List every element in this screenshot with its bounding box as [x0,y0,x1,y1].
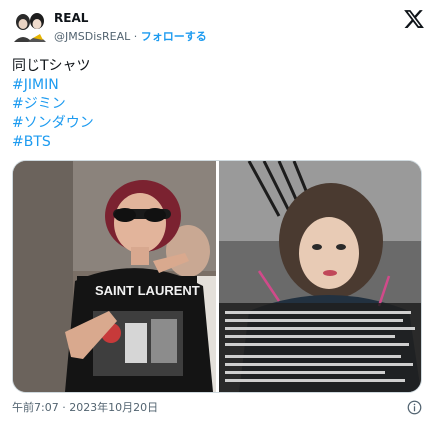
handle-separator: · [130,30,141,43]
hashtag-bts[interactable]: #BTS [12,133,94,152]
hashtag-jimin[interactable]: #JIMIN [12,76,94,95]
avatar[interactable] [10,8,50,48]
display-name[interactable]: REAL [54,10,207,26]
x-logo-icon[interactable] [403,8,425,30]
svg-text:SAINT LAURENT: SAINT LAURENT [95,283,200,298]
follow-button[interactable]: フォローする [141,30,207,43]
photo-left[interactable]: SAINT LAURENT [13,161,216,392]
user-info: REAL @JMSDisREAL · フォローする [54,10,207,45]
tweet-line-1: 同じTシャツ [12,58,91,74]
handle-row: @JMSDisREAL · フォローする [54,29,207,45]
photo-right[interactable] [219,161,421,392]
info-icon[interactable] [407,400,422,415]
tweet-text: 同じTシャツ #JIMIN #ジミン #ソンダウン #BTS [12,57,94,152]
tweet-card: REAL @JMSDisREAL · フォローする 同じTシャツ #JIMIN … [0,0,435,424]
hashtag-jimin-kana[interactable]: #ジミン [12,95,94,114]
media-grid: SAINT LAURENT [12,160,422,393]
tweet-timestamp[interactable]: 午前7:07 · 2023年10月20日 [12,401,158,415]
hashtag-sondaun[interactable]: #ソンダウン [12,114,94,133]
user-handle[interactable]: @JMSDisREAL [54,30,130,43]
tweet-header: REAL @JMSDisREAL · フォローする [10,6,425,48]
